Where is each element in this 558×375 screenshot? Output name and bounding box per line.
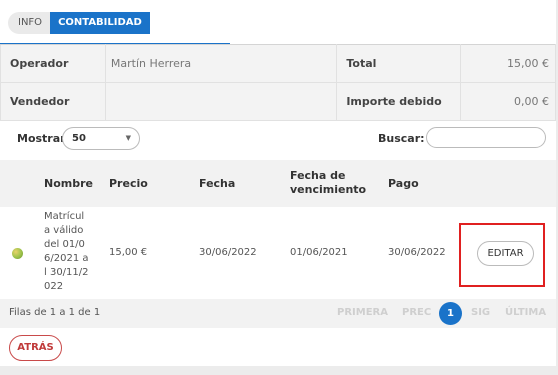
tab-contabilidad[interactable]: CONTABILIDAD xyxy=(50,12,150,34)
vendedor-value xyxy=(104,82,338,121)
summary-row: Operador Martín Herrera Total 15,00 € xyxy=(0,44,556,83)
cell-vencimiento: 01/06/2021 xyxy=(290,247,348,258)
summary-table: Operador Martín Herrera Total 15,00 € Ve… xyxy=(0,44,556,121)
pagination-current[interactable]: 1 xyxy=(439,302,462,325)
total-value: 15,00 € xyxy=(460,44,556,83)
tab-info[interactable]: INFO xyxy=(8,12,51,34)
mostrar-label: Mostrar xyxy=(17,132,66,145)
operador-value: Martín Herrera xyxy=(104,44,338,83)
cell-precio: 15,00 € xyxy=(109,247,148,258)
summary-row: Vendedor Importe debido 0,00 € xyxy=(0,82,556,121)
page-size-select[interactable]: 50 ▼ xyxy=(62,127,140,150)
header-nombre[interactable]: Nombre xyxy=(44,177,93,191)
header-fecha[interactable]: Fecha xyxy=(199,177,235,191)
pagination-first[interactable]: PRIMERA xyxy=(337,307,388,318)
importe-label: Importe debido xyxy=(336,82,462,121)
buscar-label: Buscar: xyxy=(378,132,425,145)
pagination-prev[interactable]: PREC xyxy=(402,307,431,318)
table-footer: Filas de 1 a 1 de 1 PRIMERA PREC 1 SIG Ú… xyxy=(0,299,556,328)
rows-info: Filas de 1 a 1 de 1 xyxy=(9,307,101,318)
pagination-next[interactable]: SIG xyxy=(471,307,490,318)
cell-fecha: 30/06/2022 xyxy=(199,247,257,258)
status-dot-icon xyxy=(12,248,23,259)
page-size-value: 50 xyxy=(72,133,86,144)
tab-bar: INFO CONTABILIDAD xyxy=(8,12,150,34)
total-label: Total xyxy=(336,44,462,83)
header-pago[interactable]: Pago xyxy=(388,177,419,191)
cell-pago: 30/06/2022 xyxy=(388,247,446,258)
header-precio[interactable]: Precio xyxy=(109,177,148,191)
chevron-down-icon: ▼ xyxy=(125,134,131,142)
back-button[interactable]: ATRÁS xyxy=(9,335,62,361)
vendedor-label: Vendedor xyxy=(0,82,106,121)
importe-value: 0,00 € xyxy=(460,82,556,121)
table-header: Nombre Precio Fecha Fecha de vencimiento… xyxy=(0,160,556,207)
cell-nombre: Matrícula válido del 01/06/2021 al 30/11… xyxy=(44,211,89,292)
header-vencimiento[interactable]: Fecha de vencimiento xyxy=(290,169,370,197)
search-input[interactable] xyxy=(426,127,546,148)
edit-button[interactable]: EDITAR xyxy=(477,241,534,266)
table-row: Matrícula válido del 01/06/2021 al 30/11… xyxy=(0,207,556,299)
accounting-panel: INFO CONTABILIDAD Operador Martín Herrer… xyxy=(0,0,556,366)
operador-label: Operador xyxy=(0,44,106,83)
pagination-last[interactable]: ÚLTIMA xyxy=(505,307,546,318)
